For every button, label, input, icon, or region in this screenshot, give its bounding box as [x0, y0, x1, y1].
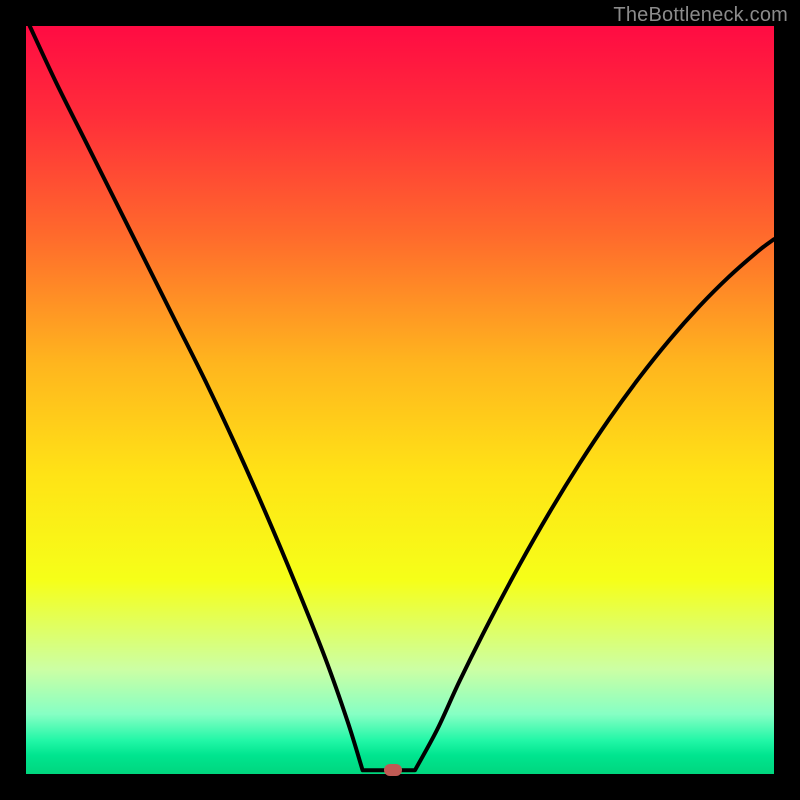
optimum-marker	[384, 764, 402, 776]
bottleneck-chart	[26, 26, 774, 774]
watermark-text: TheBottleneck.com	[613, 4, 788, 27]
chart-frame: TheBottleneck.com	[0, 0, 800, 800]
gradient-background	[26, 26, 774, 774]
